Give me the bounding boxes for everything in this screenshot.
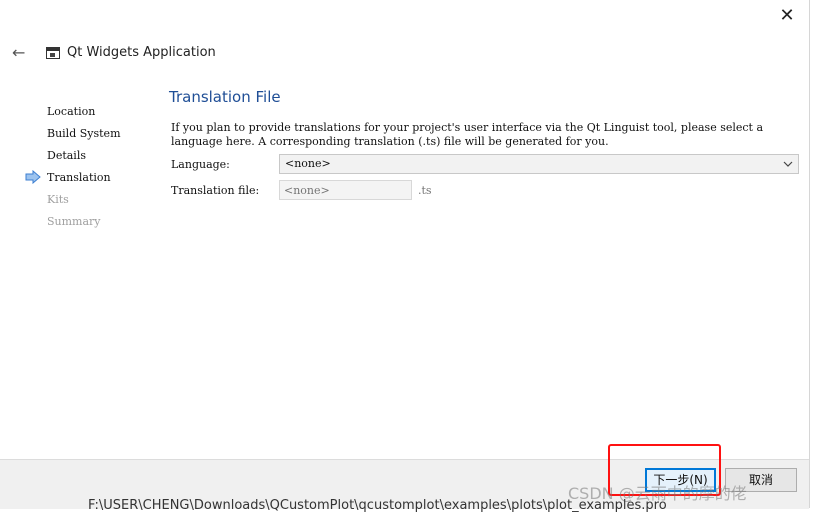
language-value: <none> (285, 157, 331, 170)
intro-text: If you plan to provide translations for … (171, 121, 764, 148)
background-file-path: F:\USER\CHENG\Downloads\QCustomPlot\qcus… (88, 498, 667, 513)
page-title: Translation File (169, 88, 281, 106)
current-step-arrow-icon (25, 170, 41, 184)
step-translation-label: Translation (47, 171, 111, 184)
language-select[interactable]: <none> (279, 154, 799, 174)
step-build-system: Build System (47, 127, 121, 140)
back-arrow-icon[interactable]: ← (12, 43, 32, 63)
step-kits: Kits (47, 193, 69, 206)
translation-file-suffix: .ts (418, 184, 432, 197)
language-label: Language: (171, 158, 230, 171)
window-title: Qt Widgets Application (67, 45, 216, 60)
chevron-down-icon (783, 161, 793, 167)
wizard-steps: Location Build System Details Translatio… (25, 104, 121, 236)
app-window-icon (46, 47, 60, 59)
step-location: Location (47, 105, 96, 118)
step-details: Details (47, 149, 86, 162)
step-translation: Translation (25, 170, 121, 192)
close-button[interactable]: ✕ (777, 6, 797, 26)
new-project-wizard-dialog: ✕ ← Qt Widgets Application Location Buil… (0, 0, 810, 509)
translation-file-label: Translation file: (171, 184, 260, 197)
step-summary: Summary (47, 215, 101, 228)
translation-file-input[interactable] (279, 180, 412, 200)
